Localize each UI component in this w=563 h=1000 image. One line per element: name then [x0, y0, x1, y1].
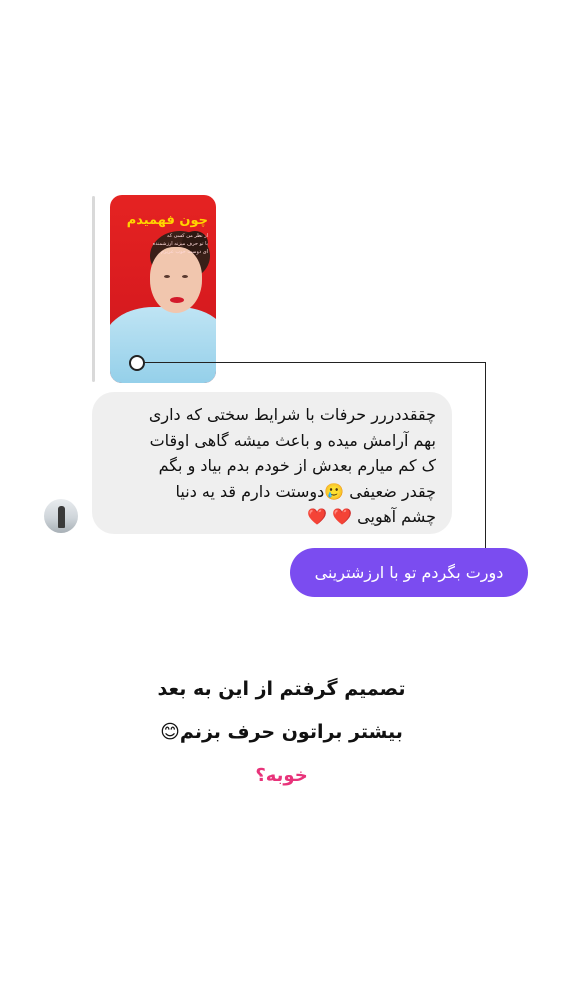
caption-line-2: بیشتر براتون حرف بزنم😊 — [160, 721, 403, 743]
story-photo-eye — [164, 275, 170, 278]
connector-line-horizontal — [142, 362, 486, 363]
story-photo-hoodie — [110, 307, 216, 383]
message-line: ک کم میارم بعدش از خودم بدم بیاد و بگم — [158, 456, 436, 475]
message-line: چقدر ضعیفی 🥲دوستت دارم قد یه دنیا — [175, 481, 436, 501]
incoming-message-bubble[interactable]: چققددررر حرفات با شرایط سختی که داری بهم… — [92, 392, 452, 534]
message-line: چققددررر حرفات با شرایط سختی که داری — [148, 405, 436, 424]
caption-line-1: تصمیم گرفتم از این به بعد — [157, 678, 406, 700]
sender-avatar[interactable] — [44, 499, 78, 533]
story-text-line: با تو حرف میزنه ارزشمنده — [152, 241, 208, 247]
quoted-story-top-edge — [110, 180, 170, 188]
story-photo-lips — [170, 297, 184, 303]
shared-story-thumbnail[interactable]: چون فهمیدم از نظر من کسی که با تو حرف می… — [110, 195, 216, 383]
story-text-line: از نظر من کسی که — [167, 233, 208, 239]
avatar-figure — [58, 506, 65, 528]
caption-question: خوبه؟ — [255, 765, 308, 786]
story-text-line: ای دوست خوب عزیزم — [160, 249, 208, 255]
connector-line-vertical — [485, 362, 486, 554]
story-title: چون فهمیدم — [126, 213, 208, 228]
story-photo-eye — [182, 275, 188, 278]
circle-connector-icon — [129, 355, 145, 371]
reply-text: دورت بگردم تو با ارزشترینی — [314, 563, 504, 582]
message-line: چشم آهویی ❤️ ❤️ — [307, 507, 436, 526]
reply-quote-bar — [92, 196, 95, 382]
story-photo-face — [150, 247, 202, 313]
outgoing-reply-bubble[interactable]: دورت بگردم تو با ارزشترینی — [290, 548, 528, 597]
message-line: بهم آرامش میده و باعث میشه گاهی اوقات — [149, 430, 436, 450]
